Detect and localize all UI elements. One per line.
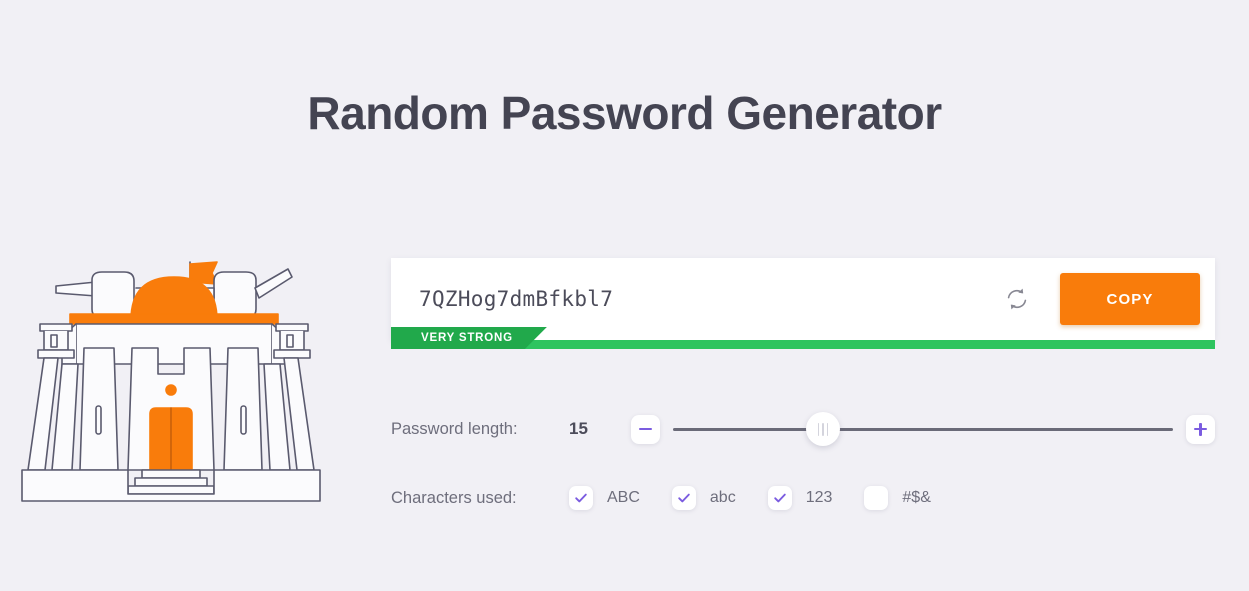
password-length-value: 15: [569, 419, 588, 438]
checkbox-option-numbers[interactable]: 123: [767, 486, 833, 510]
checkbox-option-lowercase[interactable]: abc: [671, 486, 736, 510]
fortress-bunker-illustration: [18, 252, 330, 510]
refresh-icon[interactable]: [998, 280, 1036, 318]
decrement-length-button[interactable]: [631, 414, 660, 444]
plus-icon: [1194, 422, 1207, 436]
checkbox-symbols[interactable]: [864, 486, 889, 510]
checkbox-label-lowercase: abc: [709, 489, 736, 506]
checkbox-uppercase[interactable]: [569, 486, 593, 510]
page-title: Random Password Generator: [307, 87, 942, 139]
grip-line: [822, 422, 824, 436]
strength-badge: VERY STRONG: [391, 327, 547, 349]
password-length-slider[interactable]: [673, 409, 1173, 449]
check-icon: [575, 493, 587, 503]
checkbox-option-uppercase[interactable]: ABC: [569, 486, 640, 510]
generated-password-text[interactable]: 7QZHog7dmBfkbl7: [391, 287, 998, 311]
check-icon: [678, 493, 690, 503]
minus-icon: [639, 423, 652, 436]
password-length-label: Password length:: [391, 419, 518, 438]
checkbox-label-symbols: #$&: [902, 489, 931, 506]
characters-used-row: Characters used: ABC abc 123 #$&: [391, 478, 1215, 518]
password-strength-bar: VERY STRONG: [391, 340, 1215, 349]
slider-handle[interactable]: [806, 412, 840, 446]
copy-button[interactable]: COPY: [1060, 273, 1200, 325]
increment-length-button[interactable]: [1186, 414, 1215, 444]
grip-line: [826, 422, 829, 436]
checkbox-lowercase[interactable]: [671, 486, 696, 510]
checkbox-label-uppercase: ABC: [607, 489, 640, 506]
password-length-row: Password length: 15: [391, 409, 1215, 449]
characters-used-label: Characters used:: [391, 488, 517, 507]
grip-line: [817, 422, 820, 436]
checkbox-label-numbers: 123: [805, 489, 833, 506]
password-generator-panel: 7QZHog7dmBfkbl7 COPY VERY STRONG Passwor…: [391, 258, 1215, 518]
slider-track: [673, 427, 1173, 431]
check-icon: [773, 493, 786, 503]
checkbox-option-symbols[interactable]: #$&: [864, 486, 931, 510]
checkbox-numbers[interactable]: [767, 486, 792, 510]
